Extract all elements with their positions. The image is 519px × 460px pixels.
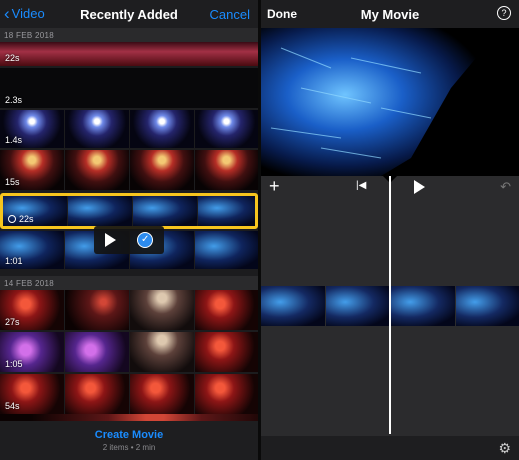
selection-summary: 2 items • 2 min [102,443,156,452]
play-icon[interactable] [414,180,425,194]
clip-thumbnail [130,290,194,330]
clip-thumbnail [326,286,390,326]
clip-duration: 15s [5,177,20,187]
clip-thumbnail [195,150,258,190]
preview-image [261,28,519,176]
create-movie-button[interactable]: Create Movie [0,429,258,441]
clip-thumbnail [133,196,197,226]
selected-clip-row[interactable]: 22s [0,193,258,229]
clip-thumbnail [261,286,325,326]
clip-thumbnail [391,286,455,326]
clip-thumbnail [195,290,258,330]
clip-row[interactable]: 27s [0,290,258,330]
undo-icon[interactable]: ↶ [500,179,511,195]
clip-thumbnail [130,150,194,190]
clip-thumbnail [130,332,194,372]
skip-back-icon[interactable]: |◀ [356,180,366,191]
clip-duration: 1:05 [5,359,23,369]
clip-row[interactable]: 15s [0,150,258,190]
browser-nav-bar: ‹ Video Recently Added Cancel [0,0,258,28]
clip-duration: 27s [5,317,20,327]
gear-icon[interactable]: ⚙ [498,440,511,457]
clip-duration: 54s [5,401,20,411]
browser-footer: Create Movie 2 items • 2 min [0,421,258,460]
clip-thumbnail [456,286,519,326]
clip-duration: 2.3s [5,95,23,105]
clip-thumbnail [65,290,129,330]
clip-row[interactable]: 54s [0,374,258,414]
clip-thumbnail [0,42,258,66]
checkmark-icon[interactable]: ✓ [137,232,154,248]
play-icon[interactable] [104,233,116,247]
section-header-date: 18 FEB 2018 [0,28,258,42]
help-icon[interactable]: ? [497,6,511,20]
clip-thumbnail [65,110,129,148]
clip-action-popup: ✓ [94,226,164,254]
media-browser: ‹ Video Recently Added Cancel 18 FEB 201… [0,0,258,460]
movie-editor: Done My Movie ? + |◀ ↶ ⚙ [261,0,519,460]
clip-thumbnail [130,374,194,414]
clip-thumbnail [198,196,255,226]
clip-thumbnail [195,110,258,148]
clip-thumbnail [195,332,258,372]
clip-row[interactable]: 2.3s [0,68,258,108]
clip-row[interactable]: 1.4s [0,110,258,148]
clip-duration: 22s [8,214,34,224]
clip-duration-text: 22s [19,214,34,224]
section-header-date: 14 FEB 2018 [0,276,258,290]
editor-title: My Movie [360,7,420,22]
clip-row[interactable]: 22s [0,42,258,66]
cancel-button[interactable]: Cancel [210,7,250,22]
clip-row[interactable]: 1:05 [0,332,258,372]
circle-icon [8,215,16,223]
plus-icon[interactable]: + [269,177,280,195]
video-preview[interactable] [261,28,519,176]
clip-thumbnail [195,231,258,269]
clip-duration: 1:01 [5,256,23,266]
editor-bottom-bar: ⚙ [261,436,519,460]
editor-nav-bar: Done My Movie ? [261,0,519,28]
clip-thumbnail [65,374,129,414]
clip-thumbnail [195,374,258,414]
playhead[interactable] [389,176,391,434]
clip-thumbnail [130,110,194,148]
clip-thumbnail [65,150,129,190]
clip-thumbnail [68,196,132,226]
clip-thumbnail [65,332,129,372]
clip-duration: 1.4s [5,135,23,145]
clip-duration: 22s [5,53,20,63]
